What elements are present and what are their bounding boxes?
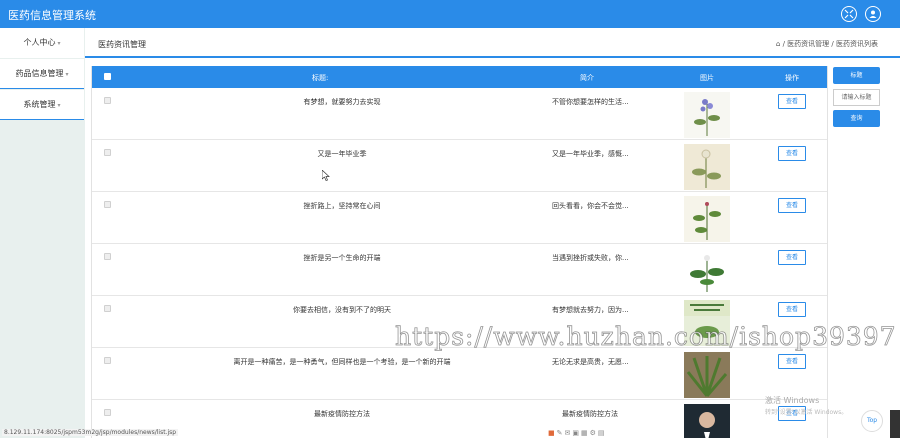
title-search-button[interactable]: 标题 xyxy=(833,67,880,84)
row-intro: 回头看看，你会不会觉... xyxy=(552,202,629,210)
sidebar-item-label: 个人中心 xyxy=(23,38,56,47)
view-button[interactable]: 查看 xyxy=(778,198,806,213)
app-icon[interactable]: ▤ xyxy=(598,429,607,437)
user-avatar-icon[interactable] xyxy=(865,6,881,22)
windows-activation-hint: 转到"设置"以激活 Windows。 xyxy=(765,409,848,416)
sidebar-item-label: 药品信息管理 xyxy=(15,69,64,78)
sidebar-item-system[interactable]: 系统管理 ▾ xyxy=(0,90,84,120)
sidebar-item-drug-info[interactable]: 药品信息管理 ▾ xyxy=(0,59,84,89)
row-title: 最新疫情防控方法 xyxy=(314,410,370,418)
app-icon[interactable]: ✎ xyxy=(557,429,565,437)
top-bar: 医药信息管理系统 xyxy=(0,0,900,28)
table-header: 标题: 简介 图片 操作 xyxy=(92,66,827,88)
row-image xyxy=(684,92,730,138)
row-intro: 无论无求是高贵，无愿... xyxy=(552,358,629,366)
row-checkbox[interactable] xyxy=(104,409,111,416)
row-checkbox[interactable] xyxy=(104,305,111,312)
table-row: 有梦想，就要努力去实现 不管你想要怎样的生活... 查看 xyxy=(92,88,827,140)
row-title: 挫折是另一个生命的开端 xyxy=(303,254,381,262)
row-image xyxy=(684,196,730,242)
news-table: 标题: 简介 图片 操作 有梦想，就要努力去实现 不管你想要怎样的生活... 查… xyxy=(91,66,828,438)
breadcrumb: ⌂ / 医药资讯管理 / 医药资讯列表 xyxy=(776,39,878,49)
back-to-top-button[interactable]: Top xyxy=(861,410,883,432)
page-header: 医药资讯管理 ⌂ / 医药资讯管理 / 医药资讯列表 xyxy=(85,28,900,58)
view-button[interactable]: 查看 xyxy=(778,250,806,265)
row-title: 离开是一种痛苦，是一种勇气，但同样也是一个考验，是一个新的开端 xyxy=(233,358,451,366)
view-button[interactable]: 查看 xyxy=(778,94,806,109)
table-row: 挫折路上，坚持常在心间 回头看看，你会不会觉... 查看 xyxy=(92,192,827,244)
windows-activation-title: 激活 Windows xyxy=(765,396,820,405)
row-intro: 有梦想就去努力，因为... xyxy=(552,306,629,314)
row-image xyxy=(684,404,730,438)
view-button[interactable]: 查看 xyxy=(778,146,806,161)
taskbar-icons: ■✎✉▣▦⚙▤ xyxy=(548,429,640,438)
row-checkbox[interactable] xyxy=(104,357,111,364)
row-image xyxy=(684,144,730,190)
expand-icon[interactable] xyxy=(841,6,857,22)
row-title: 有梦想，就要努力去实现 xyxy=(303,98,381,106)
row-image xyxy=(684,248,730,294)
row-intro: 最新疫情防控方法 xyxy=(562,410,618,418)
app-icon[interactable]: ⚙ xyxy=(590,429,598,437)
row-checkbox[interactable] xyxy=(104,253,111,260)
row-checkbox[interactable] xyxy=(104,97,111,104)
row-intro: 不管你想要怎样的生活... xyxy=(552,98,629,106)
app-icon[interactable]: ▣ xyxy=(572,429,581,437)
row-title: 又是一年毕业季 xyxy=(317,150,367,158)
select-all-checkbox[interactable] xyxy=(104,73,111,80)
row-image xyxy=(684,352,730,398)
mouse-cursor-icon xyxy=(321,166,330,185)
table-row: 挫折是另一个生命的开端 当遇到挫折或失败，你... 查看 xyxy=(92,244,827,296)
app-title: 医药信息管理系统 xyxy=(8,9,96,22)
column-intro: 简介 xyxy=(580,74,594,82)
row-checkbox[interactable] xyxy=(104,149,111,156)
row-intro: 当遇到挫折或失败，你... xyxy=(552,254,629,262)
app-icon[interactable]: ■ xyxy=(548,429,557,437)
row-intro: 又是一年毕业季，感慨... xyxy=(552,150,629,158)
chevron-down-icon: ▾ xyxy=(57,40,61,47)
scroll-corner xyxy=(890,410,900,438)
sidebar: 个人中心 ▾ 药品信息管理 ▾ 系统管理 ▾ xyxy=(0,28,85,438)
row-checkbox[interactable] xyxy=(104,201,111,208)
row-title: 你要去相信，没有到不了的明天 xyxy=(293,306,391,314)
query-button[interactable]: 查询 xyxy=(833,110,880,127)
view-button[interactable]: 查看 xyxy=(778,354,806,369)
table-row: 离开是一种痛苦，是一种勇气，但同样也是一个考验，是一个新的开端 无论无求是高贵，… xyxy=(92,348,827,400)
title-search-input[interactable]: 请输入标题 xyxy=(833,89,880,106)
column-image: 图片 xyxy=(700,74,714,82)
view-button[interactable]: 查看 xyxy=(778,302,806,317)
status-url: 8.129.11.174:8025/jspm53m2g/jsp/modules/… xyxy=(2,429,179,436)
watermark: https://www.huzhan.com/ishop39397 xyxy=(395,322,897,352)
column-title: 标题: xyxy=(312,74,329,82)
page-title: 医药资讯管理 xyxy=(98,40,146,49)
row-title: 挫折路上，坚持常在心间 xyxy=(303,202,381,210)
chevron-down-icon: ▾ xyxy=(65,71,69,78)
table-row: 最新疫情防控方法 最新疫情防控方法 查看 xyxy=(92,400,827,438)
sidebar-item-personal-center[interactable]: 个人中心 ▾ xyxy=(0,28,84,58)
app-icon[interactable]: ▦ xyxy=(581,429,590,437)
sidebar-item-label: 系统管理 xyxy=(23,100,56,109)
chevron-down-icon: ▾ xyxy=(57,102,61,109)
breadcrumb-text[interactable]: / 医药资讯管理 / 医药资讯列表 xyxy=(783,40,878,48)
column-action: 操作 xyxy=(785,74,799,82)
home-icon[interactable]: ⌂ xyxy=(776,40,780,48)
table-row: 又是一年毕业季 又是一年毕业季，感慨... 查看 xyxy=(92,140,827,192)
